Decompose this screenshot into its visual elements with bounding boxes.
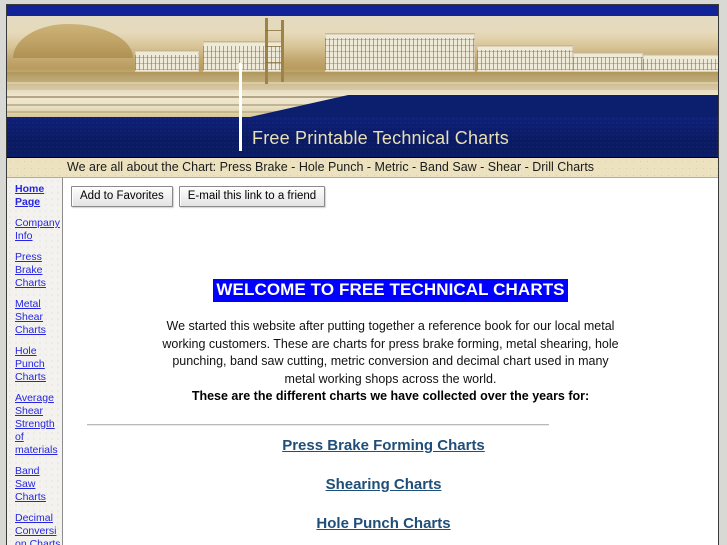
photo-crane-mast: [265, 18, 268, 84]
page-body: Home Page Company Info Press Brake Chart…: [7, 178, 718, 545]
photo-skyline: [7, 32, 718, 72]
banner-divider: [239, 63, 242, 151]
list-item: Hole Punch Charts: [107, 514, 718, 534]
browser-page: Free Printable Technical Charts We are a…: [0, 0, 727, 545]
banner-top-bar: [7, 5, 718, 16]
photo-crane-mast: [281, 20, 284, 82]
action-button-row: Add to Favorites E-mail this link to a f…: [63, 178, 718, 207]
chart-link-press-brake-forming[interactable]: Press Brake Forming Charts: [282, 436, 485, 456]
welcome-heading-wrap: WELCOME TO FREE TECHNICAL CHARTS: [63, 279, 718, 302]
list-item: Shearing Charts: [107, 475, 718, 495]
sidebar-nav: Home Page Company Info Press Brake Chart…: [7, 178, 63, 545]
email-link-button[interactable]: E-mail this link to a friend: [178, 186, 326, 207]
main-content: Add to Favorites E-mail this link to a f…: [63, 178, 718, 545]
photo-ground-band: [7, 84, 718, 90]
page-title: WELCOME TO FREE TECHNICAL CHARTS: [213, 279, 568, 302]
photo-building: [573, 52, 643, 72]
list-item-spacer: [107, 456, 718, 476]
photo-crane-brace: [265, 30, 281, 31]
site-banner: Free Printable Technical Charts: [7, 5, 718, 157]
photo-building: [643, 54, 718, 72]
sidebar-item-company-info[interactable]: Company Info: [15, 217, 61, 243]
intro-bold-line: These are the different charts we have c…: [191, 389, 590, 403]
photo-crane-brace: [265, 62, 281, 63]
sidebar-item-home-page[interactable]: Home Page: [15, 183, 61, 209]
chart-links-list: Press Brake Forming Charts Shearing Char…: [63, 436, 718, 534]
photo-crane-brace: [265, 46, 281, 47]
sidebar-item-hole-punch[interactable]: Hole Punch Charts: [15, 345, 61, 384]
banner-title: Free Printable Technical Charts: [252, 128, 509, 148]
intro-paragraph: We started this website after putting to…: [162, 319, 619, 386]
sidebar-item-decimal-conv[interactable]: Decimal Conversion Charts: [15, 512, 61, 545]
chart-link-shearing[interactable]: Shearing Charts: [326, 475, 442, 495]
list-item: Press Brake Forming Charts: [107, 436, 718, 456]
photo-building: [135, 50, 199, 72]
list-item-spacer: [107, 495, 718, 515]
sidebar-item-band-saw[interactable]: Band Saw Charts: [15, 465, 61, 504]
photo-building: [477, 45, 573, 72]
photo-building: [325, 33, 475, 72]
add-to-favorites-button[interactable]: Add to Favorites: [71, 186, 173, 207]
horizontal-divider: [87, 424, 549, 426]
tagline-bar: We are all about the Chart: Press Brake …: [7, 157, 718, 178]
sidebar-item-press-brake[interactable]: Press Brake Charts: [15, 251, 61, 290]
chart-link-hole-punch[interactable]: Hole Punch Charts: [316, 514, 450, 534]
tagline-text: We are all about the Chart: Press Brake …: [67, 160, 595, 174]
photo-ground-band: [7, 72, 718, 82]
page-frame: Free Printable Technical Charts We are a…: [6, 4, 719, 545]
sidebar-item-average-shear[interactable]: Average Shear Strength of materials: [15, 392, 61, 457]
sidebar-item-metal-shear[interactable]: Metal Shear Charts: [15, 298, 61, 337]
